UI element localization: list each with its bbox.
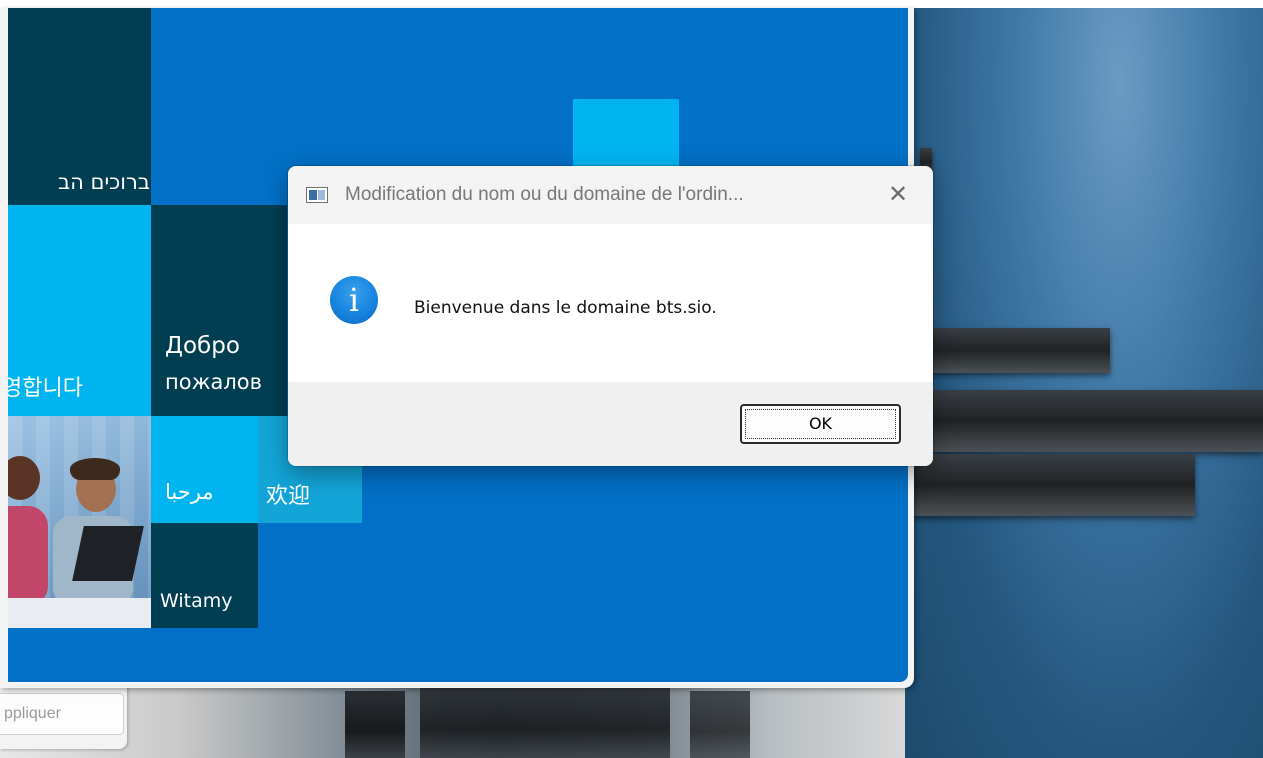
close-icon: ✕ — [887, 181, 909, 208]
tile-dark-teal — [151, 523, 258, 628]
wallpaper-plank — [345, 691, 405, 758]
dialog-titlebar[interactable]: Modification du nom ou du domaine de l'o… — [288, 166, 933, 224]
desktop-wallpaper — [905, 8, 1263, 758]
computer-name-app-icon — [306, 187, 328, 203]
greeting-russian-line1: Добро — [165, 333, 240, 359]
greeting-chinese: 欢迎 — [266, 484, 311, 509]
wallpaper-pier-plank — [915, 390, 1263, 452]
people-photo — [8, 416, 151, 628]
dialog-content: i Bienvenue dans le domaine bts.sio. — [288, 224, 933, 382]
greeting-hebrew: ברוכים הב — [58, 170, 150, 194]
tile-cyan — [151, 416, 258, 523]
domain-welcome-dialog: Modification du nom ou du domaine de l'o… — [288, 166, 933, 466]
tile-cyan-small — [573, 99, 679, 169]
greeting-korean: 영합니다 — [8, 376, 83, 401]
close-button[interactable]: ✕ — [878, 178, 918, 212]
wallpaper-pier-plank — [930, 328, 1110, 373]
greeting-russian-line2: пожалов — [165, 370, 263, 394]
dialog-title: Modification du nom ou du domaine de l'o… — [345, 184, 744, 205]
wallpaper-bottom — [0, 683, 905, 758]
information-icon: i — [330, 276, 378, 324]
apply-button[interactable]: ppliquer — [0, 693, 124, 735]
dialog-button-bar: OK — [288, 382, 933, 466]
ok-button-label: OK — [808, 414, 833, 433]
wallpaper-plank — [690, 691, 750, 758]
dialog-message: Bienvenue dans le domaine bts.sio. — [414, 298, 717, 318]
wallpaper-plank — [420, 687, 670, 758]
ok-button[interactable]: OK — [740, 404, 901, 444]
greeting-arabic: مرحبا — [165, 480, 214, 504]
wallpaper-pier-plank — [905, 454, 1195, 516]
greeting-polish: Witamy — [160, 590, 233, 612]
